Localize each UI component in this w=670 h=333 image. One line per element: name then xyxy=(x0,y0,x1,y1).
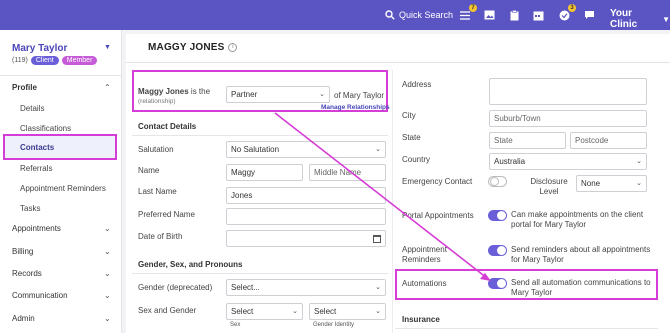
annotation-arrow xyxy=(274,112,491,281)
